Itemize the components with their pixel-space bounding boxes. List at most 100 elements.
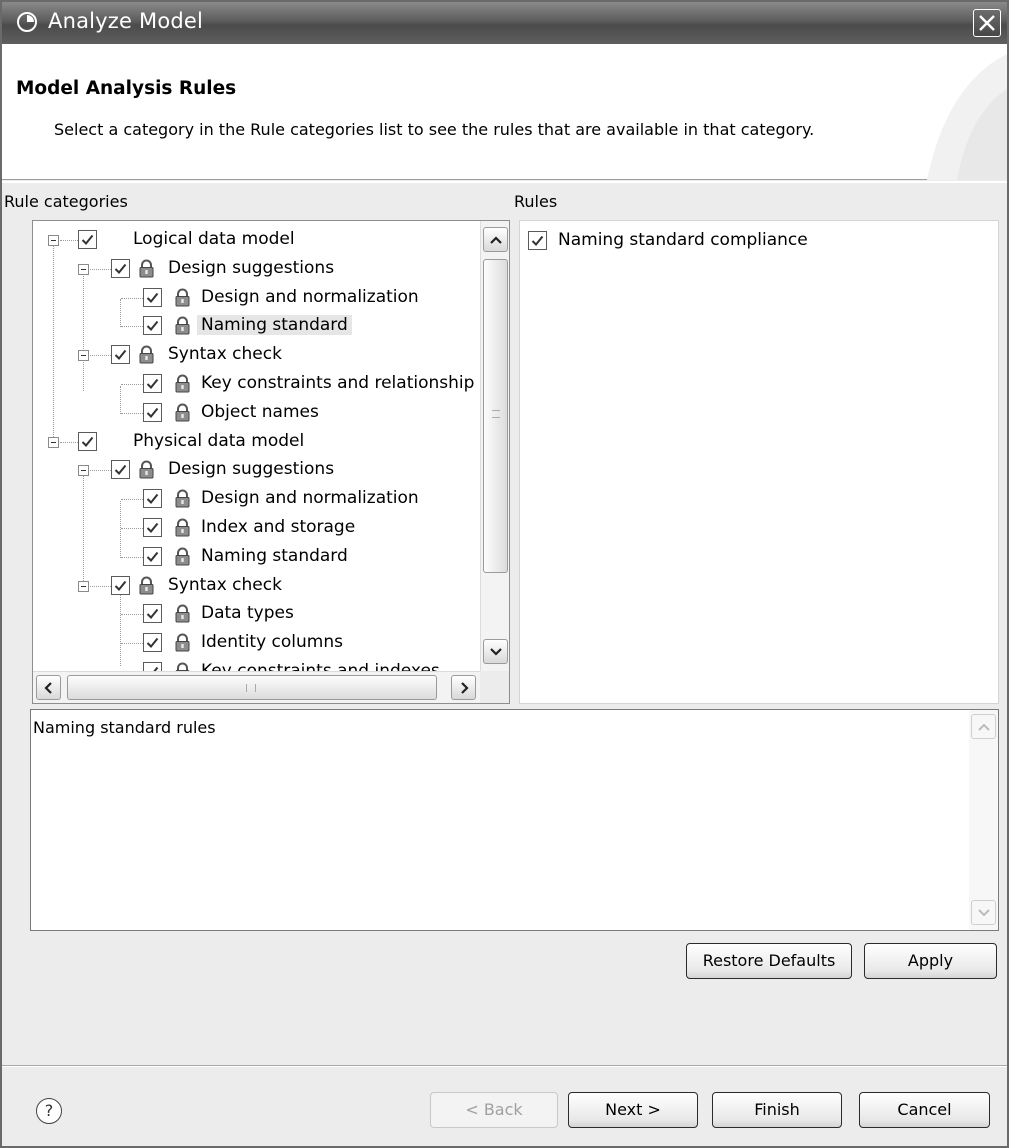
tree-horizontal-scrollbar[interactable] bbox=[33, 671, 481, 703]
tree-checkbox[interactable] bbox=[143, 662, 162, 671]
lock-icon bbox=[173, 633, 192, 652]
lock-icon bbox=[173, 403, 192, 422]
tree-item[interactable]: Naming standard bbox=[33, 312, 481, 341]
tree-checkbox[interactable] bbox=[143, 489, 162, 509]
tree-item-label: Logical data model bbox=[133, 229, 295, 249]
collapse-toggle[interactable] bbox=[48, 235, 59, 246]
tree-item[interactable]: Key constraints and indexes bbox=[33, 658, 481, 671]
tree-checkbox[interactable] bbox=[143, 604, 162, 624]
scroll-thumb[interactable] bbox=[483, 259, 508, 573]
tree-item[interactable]: Physical data model bbox=[33, 428, 481, 457]
lock-icon bbox=[173, 288, 192, 307]
tree-checkbox[interactable] bbox=[111, 575, 130, 595]
tree-checkbox[interactable] bbox=[143, 316, 162, 336]
tree-checkbox[interactable] bbox=[143, 374, 162, 393]
tree-connector bbox=[90, 585, 111, 587]
rules-list[interactable]: Naming standard compliance bbox=[519, 220, 999, 704]
tree-checkbox[interactable] bbox=[111, 258, 130, 278]
rule-description-panel[interactable]: Naming standard rules bbox=[30, 709, 999, 931]
tree-item-label: Syntax check bbox=[168, 344, 282, 365]
lock-icon bbox=[137, 345, 156, 364]
tree-checkbox[interactable] bbox=[143, 402, 162, 422]
apply-button[interactable]: Apply bbox=[864, 943, 997, 979]
tree-item-label: Syntax check bbox=[168, 574, 282, 595]
tree-item[interactable]: Naming standard bbox=[33, 543, 481, 572]
tree-item[interactable]: Syntax check bbox=[33, 341, 481, 370]
tree-item[interactable]: Design suggestions bbox=[33, 456, 481, 485]
lock-icon bbox=[137, 259, 156, 278]
window-title: Analyze Model bbox=[48, 9, 204, 33]
tree-connector bbox=[60, 441, 78, 443]
tree-item-label: Naming standard bbox=[197, 315, 352, 336]
rule-categories-tree[interactable]: Logical data model Design suggestions Desi… bbox=[32, 220, 510, 704]
scroll-right-button[interactable] bbox=[451, 675, 476, 700]
back-button[interactable]: < Back bbox=[430, 1092, 558, 1128]
tree-connector bbox=[90, 268, 111, 270]
description-scrollbar[interactable] bbox=[969, 710, 998, 930]
help-icon[interactable]: ? bbox=[36, 1098, 62, 1124]
scroll-up-button[interactable] bbox=[483, 227, 508, 252]
collapse-toggle[interactable] bbox=[78, 350, 89, 362]
scroll-thumb[interactable] bbox=[67, 675, 437, 700]
scroll-up-button[interactable] bbox=[971, 714, 996, 739]
tree-item[interactable]: Design and normalization bbox=[33, 485, 481, 514]
cancel-button[interactable]: Cancel bbox=[859, 1092, 990, 1128]
tree-checkbox[interactable] bbox=[111, 345, 130, 365]
chevron-up-icon bbox=[978, 723, 990, 731]
tree-item[interactable]: Index and storage bbox=[33, 514, 481, 543]
scroll-down-button[interactable] bbox=[483, 639, 508, 664]
collapse-toggle[interactable] bbox=[78, 465, 89, 477]
tree-item[interactable]: Identity columns bbox=[33, 629, 481, 658]
checkmark-icon bbox=[146, 494, 159, 505]
tree-checkbox[interactable] bbox=[143, 546, 162, 566]
collapse-toggle[interactable] bbox=[78, 263, 89, 275]
tree-vertical-scrollbar[interactable] bbox=[480, 221, 509, 671]
analyze-icon bbox=[16, 11, 38, 33]
tree-connector bbox=[60, 240, 78, 241]
tree-item-label: Design and normalization bbox=[201, 286, 419, 307]
tree-item-label: Object names bbox=[201, 401, 319, 422]
tree-connector bbox=[121, 528, 143, 529]
tree-connector bbox=[121, 297, 143, 299]
tree-item-label: Physical data model bbox=[133, 430, 305, 451]
lock-icon bbox=[173, 518, 192, 537]
checkmark-icon bbox=[146, 609, 159, 620]
tree-connector bbox=[121, 643, 143, 645]
checkmark-icon bbox=[531, 235, 544, 246]
tree-checkbox[interactable] bbox=[143, 287, 162, 307]
close-button[interactable] bbox=[973, 9, 1001, 37]
tree-item-label: Naming standard bbox=[201, 545, 348, 566]
tree-item[interactable]: Design suggestions bbox=[33, 255, 481, 284]
tree-item[interactable]: Key constraints and relationship bbox=[33, 370, 481, 399]
tree-checkbox[interactable] bbox=[78, 230, 97, 249]
tree-item[interactable]: Syntax check bbox=[33, 572, 481, 601]
scroll-left-button[interactable] bbox=[36, 675, 61, 700]
footer-separator-highlight bbox=[2, 1066, 1007, 1067]
checkmark-icon bbox=[146, 378, 159, 389]
scroll-down-button[interactable] bbox=[971, 900, 996, 925]
tree-connector bbox=[121, 326, 143, 328]
header-separator bbox=[2, 181, 1007, 183]
lock-icon bbox=[173, 547, 192, 566]
tree-item[interactable]: Data types bbox=[33, 600, 481, 629]
tree-item[interactable]: Logical data model bbox=[33, 226, 481, 255]
lock-icon bbox=[173, 316, 192, 335]
tree-item-label: Index and storage bbox=[201, 517, 356, 537]
finish-button[interactable]: Finish bbox=[712, 1092, 842, 1128]
collapse-toggle[interactable] bbox=[78, 580, 89, 592]
tree-checkbox[interactable] bbox=[143, 518, 162, 537]
tree-item[interactable]: Design and normalization bbox=[33, 284, 481, 313]
tree-connector bbox=[121, 614, 143, 616]
tree-connector bbox=[90, 470, 111, 472]
tree-checkbox[interactable] bbox=[111, 460, 130, 480]
collapse-toggle[interactable] bbox=[48, 436, 59, 448]
next-button[interactable]: Next > bbox=[568, 1092, 698, 1128]
title-bar[interactable]: Analyze Model bbox=[2, 2, 1007, 44]
tree-checkbox[interactable] bbox=[78, 431, 97, 451]
chevron-down-icon bbox=[978, 909, 990, 917]
tree-item[interactable]: Object names bbox=[33, 399, 481, 428]
rule-checkbox[interactable] bbox=[528, 231, 547, 250]
checkmark-icon bbox=[114, 465, 127, 476]
restore-defaults-button[interactable]: Restore Defaults bbox=[686, 943, 852, 979]
tree-checkbox[interactable] bbox=[143, 633, 162, 653]
